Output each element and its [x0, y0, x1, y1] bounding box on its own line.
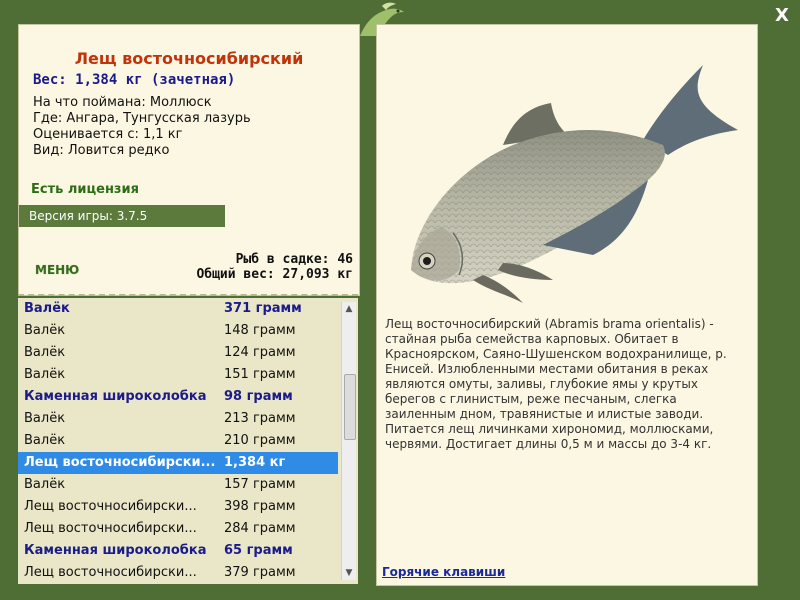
fish-weight: Вес: 1,384 кг (зачетная)	[33, 72, 236, 88]
list-item[interactable]: Каменная широколобка 98 грамм	[18, 386, 338, 408]
list-item-name: Лещ восточносибирски...	[24, 499, 197, 514]
list-item-name: Лещ восточносибирски...	[24, 455, 216, 470]
list-item-weight: 65 грамм	[224, 543, 293, 558]
list-item-weight: 148 грамм	[224, 323, 296, 338]
scroll-thumb[interactable]	[344, 374, 356, 440]
list-item-name: Каменная широколобка	[24, 543, 207, 558]
list-item-name: Валёк	[24, 411, 66, 426]
list-item[interactable]: Валёк 151 грамм	[18, 364, 338, 386]
fish-info-panel: Лещ восточносибирский Вес: 1,384 кг (зач…	[18, 24, 360, 296]
location-line: Где: Ангара, Тунгусская лазурь	[33, 111, 251, 126]
list-item-name: Валёк	[24, 433, 66, 448]
list-item-name: Валёк	[24, 477, 66, 492]
catch-list-panel: Валёк 371 грамм Валёк 148 грамм Валёк 124 гра…	[18, 298, 358, 584]
list-item-name: Валёк	[24, 345, 66, 360]
list-item-weight: 157 грамм	[224, 477, 296, 492]
list-item[interactable]: Валёк 210 грамм	[18, 430, 338, 452]
menu-button[interactable]: МЕНЮ	[35, 263, 79, 277]
game-window: X Лещ восточносибирский Вес: 1,384 кг (з…	[0, 0, 800, 600]
threshold-line: Оценивается с: 1,1 кг	[33, 127, 183, 142]
fish-count: Рыб в садке: 46	[235, 252, 353, 267]
list-item-weight: 124 грамм	[224, 345, 296, 360]
catch-list: Валёк 371 грамм Валёк 148 грамм Валёк 124 гра…	[18, 298, 338, 584]
scrollbar[interactable]: ▲ ▼	[341, 302, 356, 580]
list-item-weight: 1,384 кг	[224, 455, 286, 470]
list-item-weight: 210 грамм	[224, 433, 296, 448]
version-label: Версия игры: 3.7.5	[19, 205, 225, 227]
chevron-up-icon[interactable]: ▲	[342, 302, 356, 316]
list-item-name: Валёк	[24, 323, 66, 338]
list-item-weight: 98 грамм	[224, 389, 293, 404]
fish-title: Лещ восточносибирский	[74, 49, 304, 68]
fish-details: На что поймана: Моллюск Где: Ангара, Тун…	[33, 95, 251, 159]
divider	[18, 294, 358, 296]
list-item-weight: 284 грамм	[224, 521, 296, 536]
list-item[interactable]: Валёк 213 грамм	[18, 408, 338, 430]
list-item[interactable]: Валёк 157 грамм	[18, 474, 338, 496]
list-item-weight: 151 грамм	[224, 367, 296, 382]
list-item-selected[interactable]: Лещ восточносибирски... 1,384 кг	[18, 452, 338, 474]
net-stats: Рыб в садке: 46 Общий вес: 27,093 кг	[196, 252, 353, 282]
fish-description: Лещ восточносибирский (Abramis brama ori…	[385, 317, 727, 451]
list-item-name: Каменная широколобка	[24, 389, 207, 404]
list-item-name: Лещ восточносибирски...	[24, 521, 197, 536]
list-item[interactable]: Каменная широколобка 65 грамм	[18, 540, 338, 562]
list-item-weight: 371 грамм	[224, 301, 302, 316]
fish-description-panel: Лещ восточносибирский (Abramis brama ori…	[376, 24, 758, 586]
list-item[interactable]: Лещ восточносибирски... 284 грамм	[18, 518, 338, 540]
list-item[interactable]: Лещ восточносибирски... 379 грамм	[18, 562, 338, 584]
list-item[interactable]: Лещ восточносибирски... 398 грамм	[18, 496, 338, 518]
total-weight: Общий вес: 27,093 кг	[196, 267, 353, 282]
rarity-line: Вид: Ловится редко	[33, 143, 170, 158]
list-item[interactable]: Валёк 124 грамм	[18, 342, 338, 364]
license-status: Есть лицензия	[31, 182, 139, 197]
list-item-weight: 379 грамм	[224, 565, 296, 580]
bait-line: На что поймана: Моллюск	[33, 95, 212, 110]
close-icon: X	[775, 5, 789, 26]
chevron-down-icon[interactable]: ▼	[342, 566, 356, 580]
list-item-weight: 213 грамм	[224, 411, 296, 426]
list-item[interactable]: Валёк 148 грамм	[18, 320, 338, 342]
list-item-name: Валёк	[24, 301, 70, 316]
list-item-name: Лещ восточносибирски...	[24, 565, 197, 580]
list-item-name: Валёк	[24, 367, 66, 382]
hotkeys-link[interactable]: Горячие клавиши	[382, 565, 505, 579]
list-item[interactable]: Валёк 371 грамм	[18, 298, 338, 320]
list-item-weight: 398 грамм	[224, 499, 296, 514]
close-button[interactable]: X	[772, 6, 792, 26]
fish-image	[411, 65, 738, 303]
